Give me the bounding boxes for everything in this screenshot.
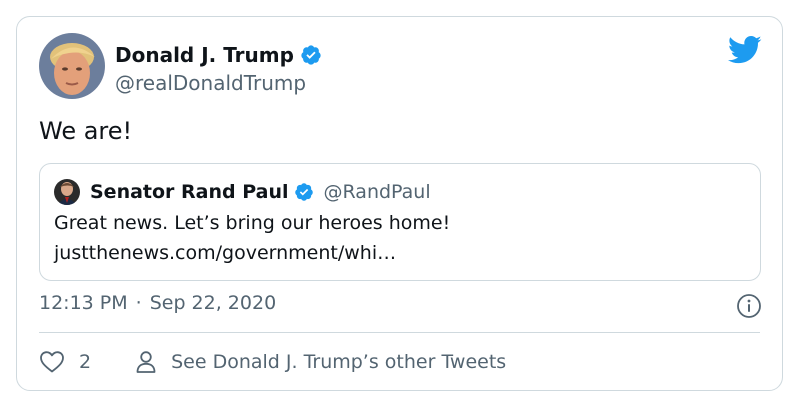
tweet-time[interactable]: 12:13 PM — [39, 292, 128, 314]
tweet-date[interactable]: Sep 22, 2020 — [150, 292, 276, 314]
quoted-author-name[interactable]: Senator Rand Paul — [90, 181, 289, 203]
like-count[interactable]: 2 — [79, 351, 91, 373]
quoted-text-line: Great news. Let’s bring our heroes home! — [54, 212, 451, 234]
info-icon[interactable] — [736, 293, 762, 319]
see-other-tweets-link[interactable]: See Donald J. Trump’s other Tweets — [171, 351, 506, 373]
tweet-timestamp[interactable]: 12:13 PM · Sep 22, 2020 — [39, 292, 276, 314]
tweet-embed-card[interactable]: Donald J. Trump @realDonaldTrump We are! — [16, 16, 783, 391]
quoted-author-handle[interactable]: @RandPaul — [324, 181, 431, 203]
twitter-bird-icon[interactable] — [728, 35, 762, 65]
quoted-link[interactable]: justthenews.com/government/whi… — [54, 242, 396, 264]
verified-badge-icon — [301, 45, 321, 65]
quoted-verified-badge-icon — [294, 183, 313, 201]
quoted-tweet[interactable]: Senator Rand Paul @RandPaul Great news. … — [39, 163, 761, 281]
action-bar: 2 See Donald J. Trump’s other Tweets — [39, 347, 506, 377]
meta-separator: · — [135, 292, 142, 314]
author-handle[interactable]: @realDonaldTrump — [115, 71, 322, 95]
heart-icon[interactable] — [39, 350, 65, 374]
person-icon — [136, 351, 156, 373]
divider — [39, 332, 760, 333]
author-name[interactable]: Donald J. Trump — [115, 43, 294, 67]
quoted-author-avatar[interactable] — [54, 179, 80, 205]
tweet-text: We are! — [39, 117, 133, 145]
author-block[interactable]: Donald J. Trump @realDonaldTrump — [115, 41, 322, 95]
author-avatar[interactable] — [39, 33, 105, 99]
